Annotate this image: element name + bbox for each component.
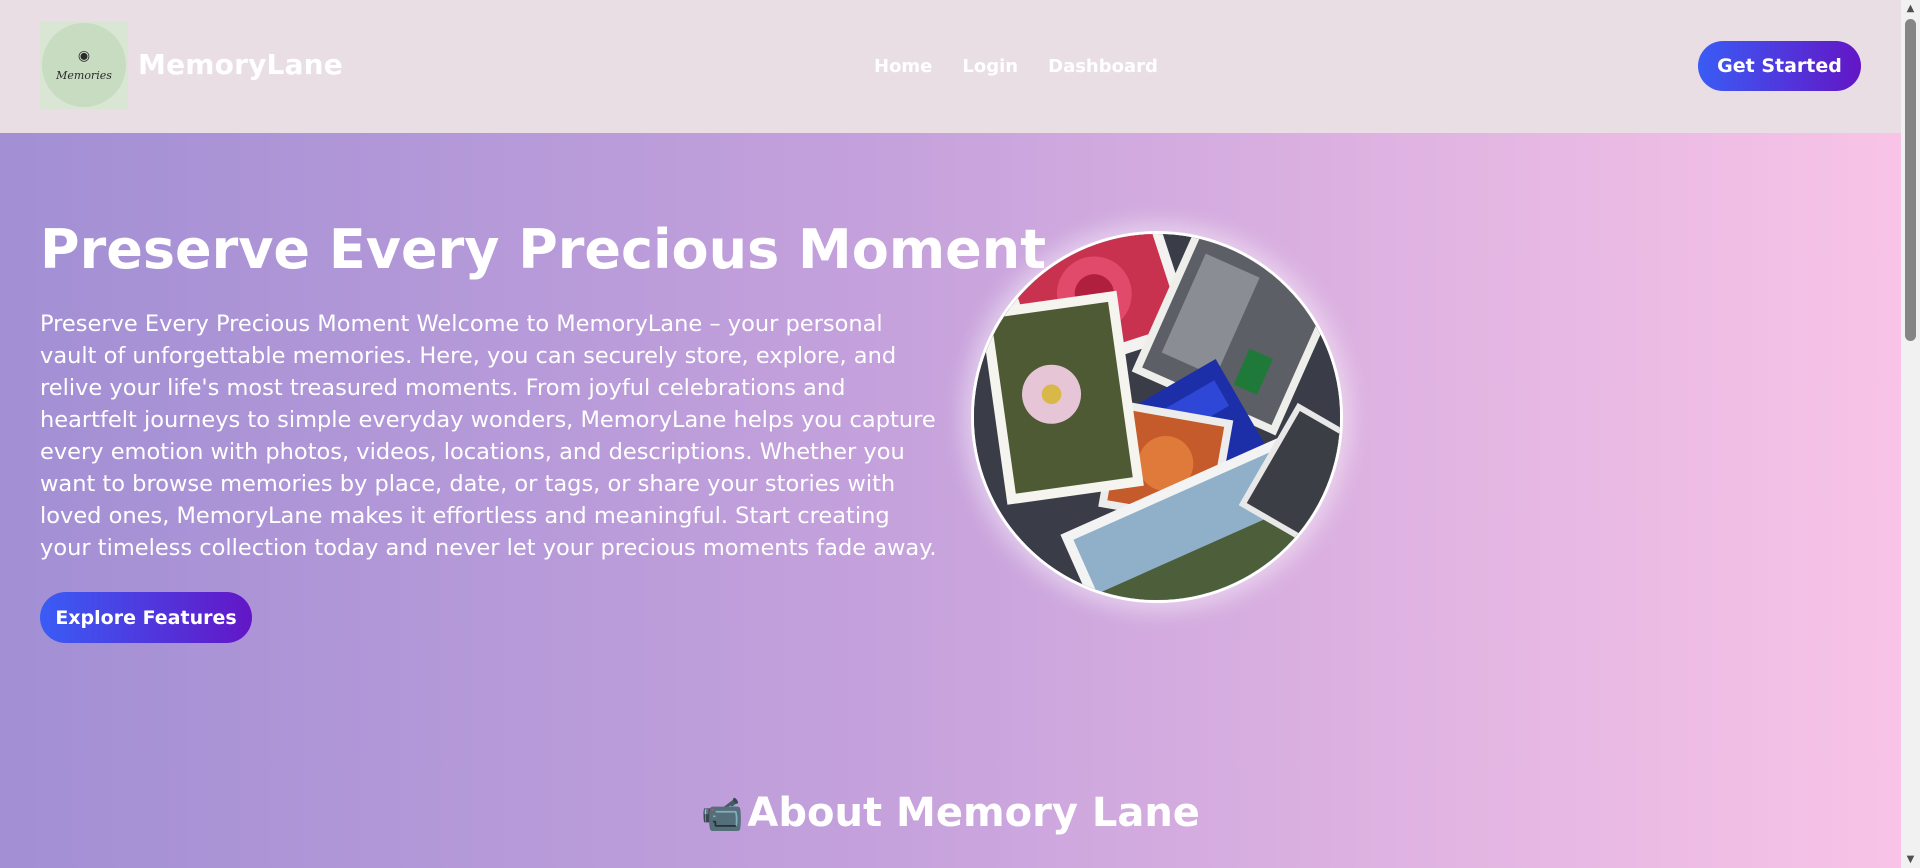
scroll-thumb[interactable] <box>1905 19 1916 341</box>
page: ◉ Memories MemoryLane Home Login Dashboa… <box>0 0 1901 868</box>
logo-badge: ◉ Memories <box>42 23 126 107</box>
main-nav: Home Login Dashboard <box>874 56 1158 77</box>
video-camera-icon: 📹 <box>701 795 744 835</box>
hero-description: Preserve Every Precious Moment Welcome t… <box>40 311 937 561</box>
brand-name[interactable]: MemoryLane <box>138 48 343 81</box>
logo-text: Memories <box>56 68 112 82</box>
photo-collage-image <box>971 231 1343 603</box>
scrollbar[interactable]: ▲ ▼ <box>1901 0 1920 868</box>
get-started-button[interactable]: Get Started <box>1698 41 1861 91</box>
nav-dashboard[interactable]: Dashboard <box>1048 56 1158 77</box>
scroll-down-icon[interactable]: ▼ <box>1901 851 1920 868</box>
about-heading: 📹 About Memory Lane <box>0 790 1901 836</box>
scroll-up-icon[interactable]: ▲ <box>1901 0 1920 17</box>
hero-title: Preserve Every Precious Moment <box>40 218 1047 281</box>
logo[interactable]: ◉ Memories <box>40 21 128 109</box>
nav-login[interactable]: Login <box>962 56 1018 77</box>
site-header: ◉ Memories MemoryLane Home Login Dashboa… <box>0 0 1901 133</box>
nav-home[interactable]: Home <box>874 56 932 77</box>
about-title: About Memory Lane <box>747 790 1200 836</box>
camera-icon: ◉ <box>77 47 91 64</box>
explore-features-button[interactable]: Explore Features <box>40 592 252 643</box>
